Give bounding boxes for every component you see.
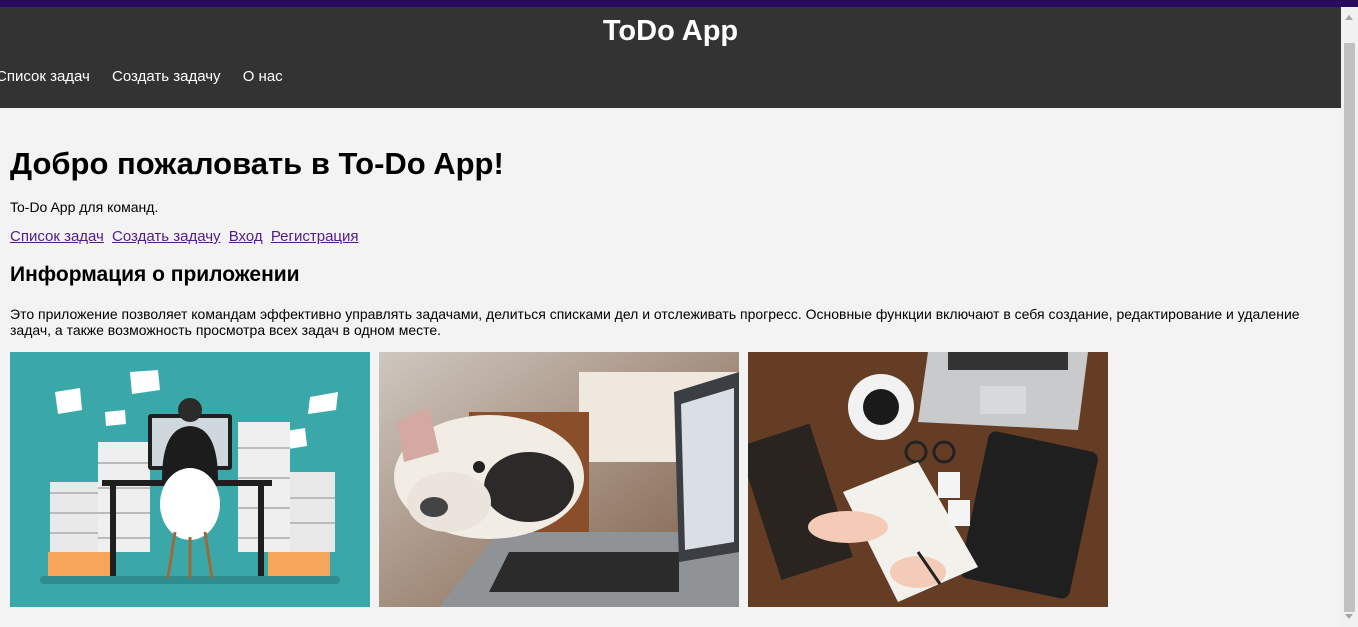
link-register[interactable]: Регистрация <box>271 228 359 245</box>
app-title: ToDo App <box>602 15 739 47</box>
desk-notebook-photo <box>748 352 1108 607</box>
main-nav: Список задач Создать задачу О нас <box>0 68 301 85</box>
nav-create-task[interactable]: Создать задачу <box>112 68 220 85</box>
quick-links: Список задач Создать задачу Вход Регистр… <box>10 228 363 245</box>
nav-task-list[interactable]: Список задач <box>0 68 90 85</box>
link-create-task[interactable]: Создать задачу <box>112 228 220 245</box>
scroll-down-arrow-icon[interactable] <box>1345 614 1353 619</box>
intro-text: To-Do App для команд. <box>10 199 159 215</box>
nav-about[interactable]: О нас <box>243 68 283 85</box>
bulldog-laptop-photo <box>379 352 739 607</box>
info-heading: Информация о приложении <box>10 263 300 286</box>
link-task-list[interactable]: Список задач <box>10 228 104 245</box>
info-text: Это приложение позволяет командам эффект… <box>10 306 1300 338</box>
page-title: Добро пожаловать в To-Do App! <box>10 146 504 181</box>
scroll-up-arrow-icon[interactable] <box>1345 15 1353 20</box>
browser-top-strip <box>0 0 1358 7</box>
site-header: ToDo App Список задач Создать задачу О н… <box>0 7 1341 108</box>
link-login[interactable]: Вход <box>229 228 263 245</box>
vertical-scrollbar[interactable] <box>1341 7 1358 627</box>
office-worker-illustration <box>10 352 370 607</box>
image-gallery <box>10 352 1108 607</box>
scroll-thumb[interactable] <box>1344 43 1355 612</box>
